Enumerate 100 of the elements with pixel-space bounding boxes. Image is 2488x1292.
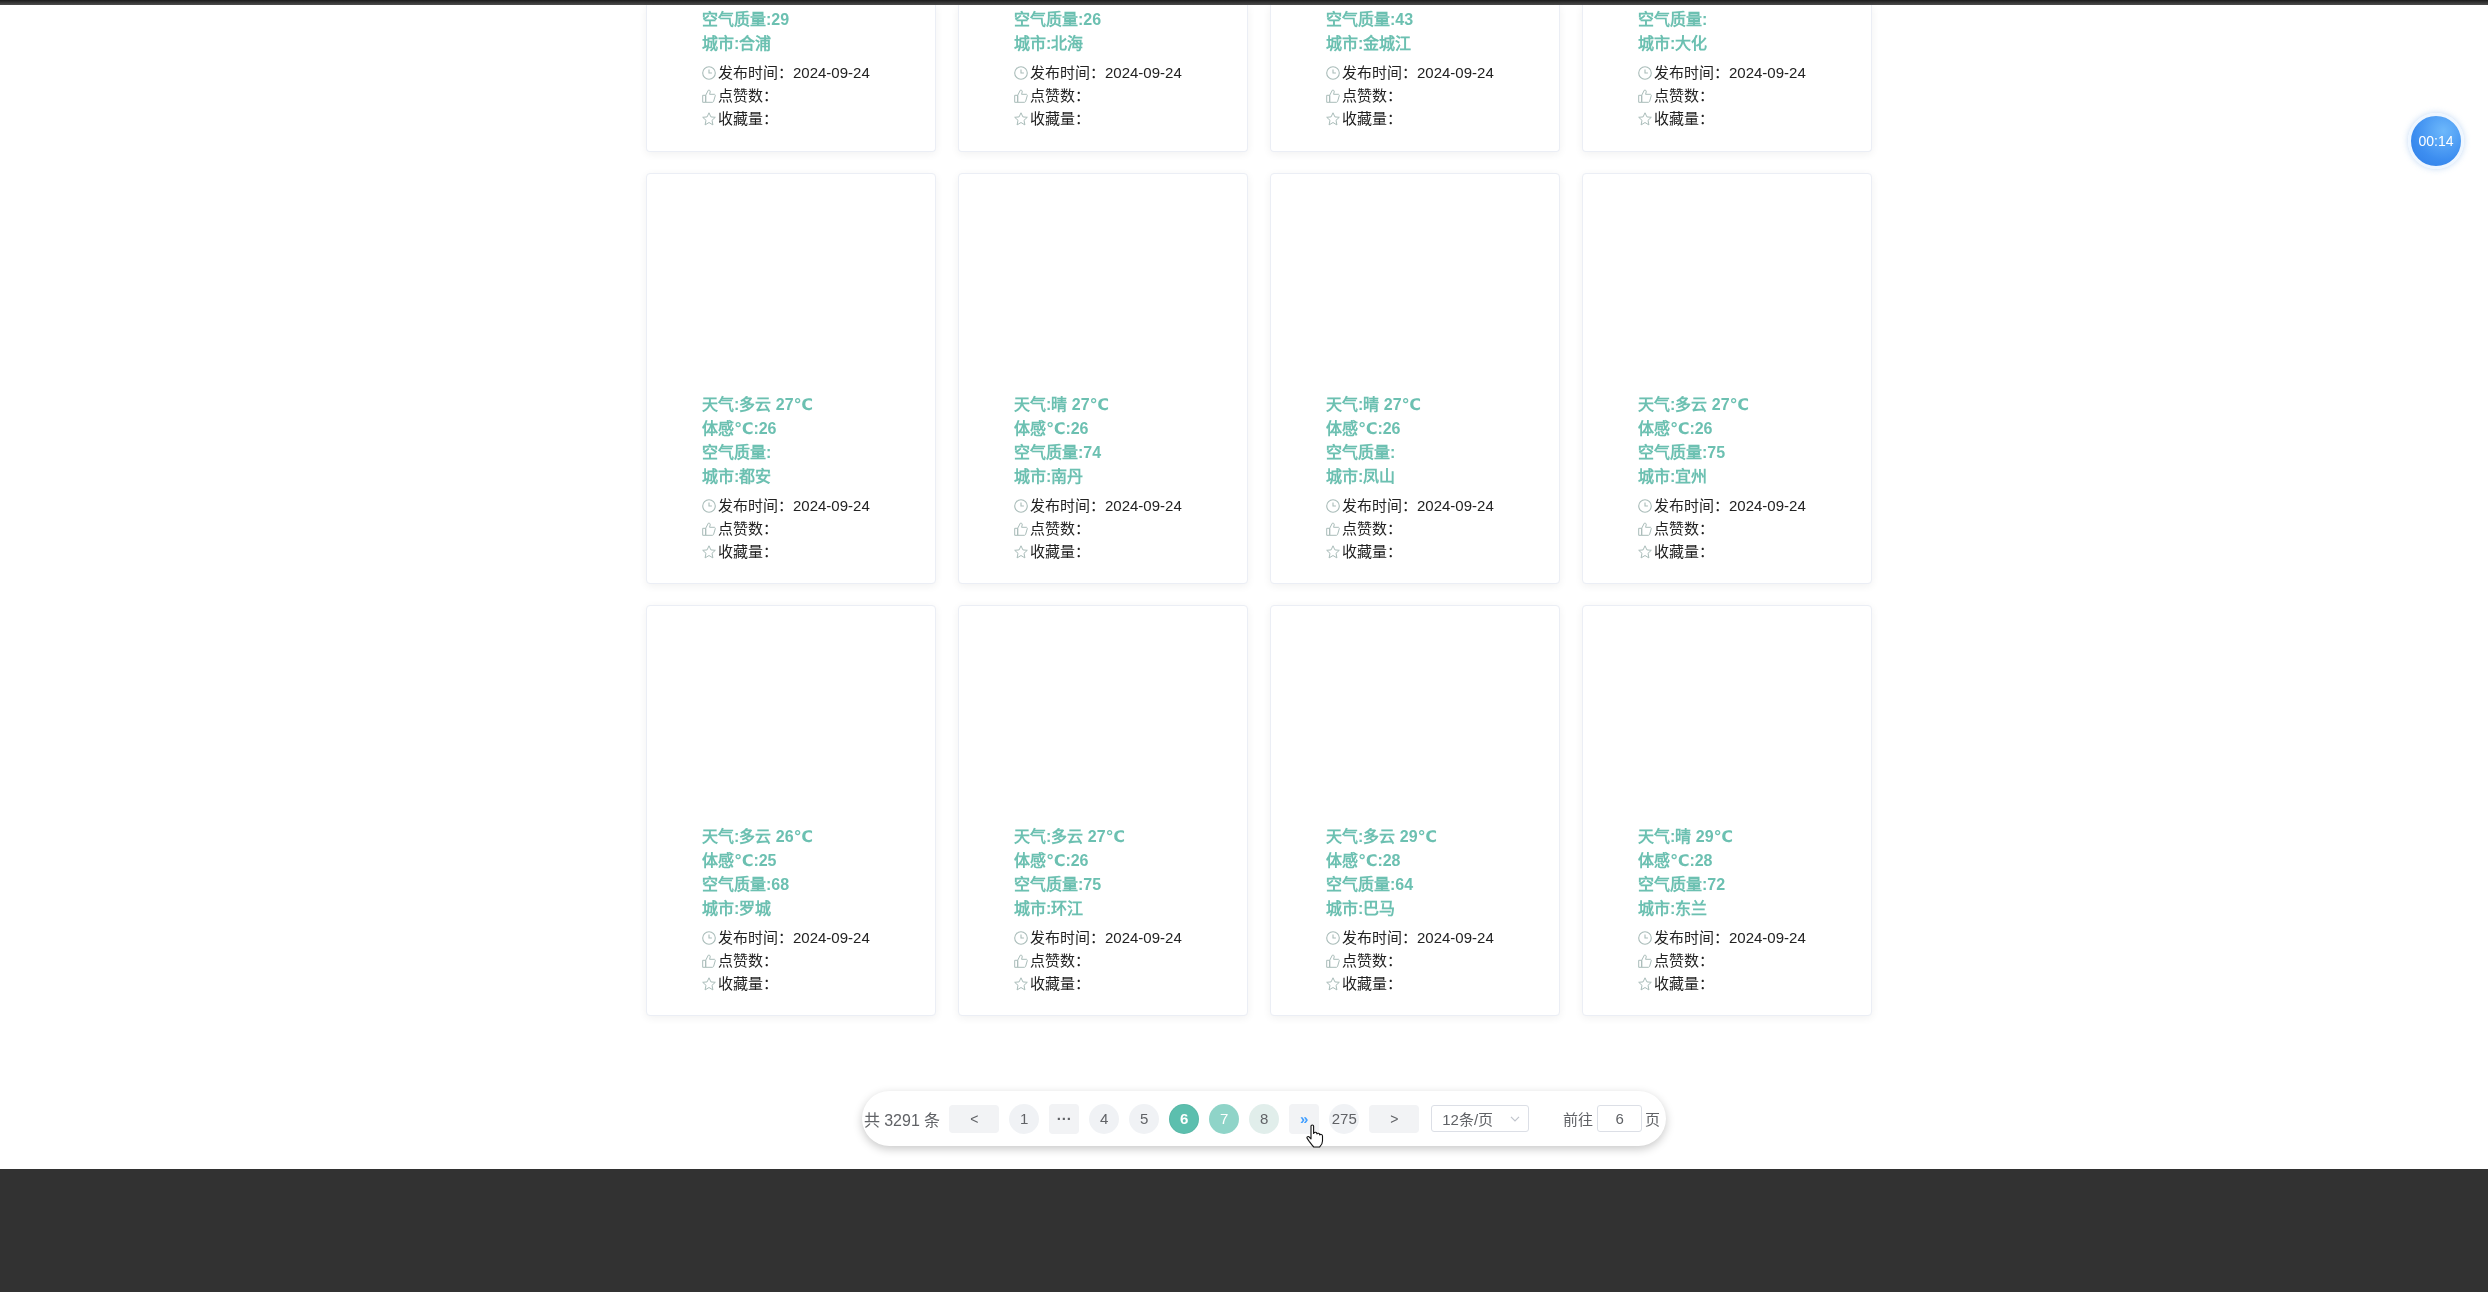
favorites-label: 收藏量： — [1342, 542, 1402, 562]
feels-like-text: 体感℃:28 — [1638, 851, 1713, 871]
likes-label: 点赞数： — [1654, 86, 1714, 106]
air-quality-text: 空气质量:43 — [1326, 9, 1414, 30]
weather-text: 天气:晴 27℃ — [1326, 395, 1421, 415]
page-button[interactable]: 5 — [1129, 1103, 1160, 1134]
clock-icon — [702, 65, 716, 80]
publish-date-text: 发布时间：2024-09-24 — [718, 63, 870, 83]
air-quality-text: 空气质量:75 — [1014, 874, 1102, 895]
feels-like-text: 体感℃:26 — [1014, 419, 1089, 439]
city-text: 城市:北海 — [1014, 34, 1084, 54]
air-quality-text: 空气质量:68 — [702, 874, 790, 895]
likes-label: 点赞数： — [1342, 86, 1402, 106]
thumbs-up-icon — [1014, 953, 1028, 968]
publish-date-text: 发布时间：2024-09-24 — [1030, 928, 1182, 948]
goto-page-input[interactable]: 6 — [1597, 1105, 1643, 1132]
star-icon — [1638, 976, 1652, 991]
star-icon — [702, 111, 716, 126]
star-icon — [1014, 544, 1028, 559]
likes-label: 点赞数： — [1342, 519, 1402, 539]
publish-date-text: 发布时间：2024-09-24 — [1654, 928, 1806, 948]
favorites-label: 收藏量： — [718, 542, 778, 562]
city-text: 城市:宜州 — [1638, 467, 1708, 487]
weather-text: 天气:多云 27℃ — [702, 395, 813, 415]
page-size-select[interactable]: 12条/页 — [1431, 1105, 1530, 1132]
favorites-label: 收藏量： — [1030, 109, 1090, 129]
favorites-label: 收藏量： — [1030, 542, 1090, 562]
clock-icon — [1014, 65, 1028, 80]
page-button[interactable]: 1 — [1009, 1103, 1040, 1134]
publish-date-text: 发布时间：2024-09-24 — [1030, 496, 1182, 516]
feels-like-text: 体感℃:26 — [702, 419, 777, 439]
goto-label: 前往 — [1563, 1110, 1594, 1129]
page-button[interactable]: 4 — [1089, 1103, 1120, 1134]
clock-icon — [1014, 930, 1028, 945]
page-button[interactable]: 275 — [1329, 1103, 1360, 1134]
feels-like-text: 体感℃:26 — [1014, 851, 1089, 871]
feels-like-text: 体感℃:26 — [1326, 419, 1401, 439]
thumbs-up-icon — [1326, 953, 1340, 968]
weather-text: 天气:晴 29℃ — [1638, 827, 1733, 847]
air-quality-text: 空气质量:72 — [1638, 874, 1726, 895]
city-text: 城市:环江 — [1014, 899, 1084, 919]
publish-date-text: 发布时间：2024-09-24 — [1030, 63, 1182, 83]
likes-label: 点赞数： — [1030, 951, 1090, 971]
chevron-down-icon — [1510, 1115, 1521, 1122]
clock-icon — [702, 930, 716, 945]
thumbs-up-icon — [1326, 521, 1340, 536]
favorites-label: 收藏量： — [1030, 974, 1090, 994]
clock-icon — [1638, 498, 1652, 513]
favorites-label: 收藏量： — [1342, 109, 1402, 129]
favorites-label: 收藏量： — [1654, 109, 1714, 129]
star-icon — [1326, 544, 1340, 559]
likes-label: 点赞数： — [718, 951, 778, 971]
air-quality-text: 空气质量:74 — [1014, 442, 1102, 463]
weather-text: 天气:晴 27℃ — [1014, 395, 1109, 415]
clock-icon — [1326, 498, 1340, 513]
favorites-label: 收藏量： — [1654, 974, 1714, 994]
next-page-button[interactable]: > — [1369, 1104, 1420, 1133]
air-quality-text: 空气质量: — [1326, 442, 1396, 463]
total-count: 共 3291 条 — [863, 1110, 941, 1131]
feels-like-text: 体感℃:26 — [1638, 419, 1713, 439]
thumbs-up-icon — [1638, 521, 1652, 536]
star-icon — [1014, 111, 1028, 126]
star-icon — [702, 544, 716, 559]
weather-text: 天气:多云 29℃ — [1326, 827, 1437, 847]
publish-date-text: 发布时间：2024-09-24 — [718, 928, 870, 948]
likes-label: 点赞数： — [1342, 951, 1402, 971]
city-text: 城市:金城江 — [1326, 34, 1412, 54]
weather-text: 天气:多云 27℃ — [1638, 395, 1749, 415]
likes-label: 点赞数： — [1030, 86, 1090, 106]
timer-badge: 00:14 — [2408, 113, 2464, 169]
thumbs-up-icon — [1638, 953, 1652, 968]
city-text: 城市:都安 — [702, 467, 772, 487]
likes-label: 点赞数： — [718, 86, 778, 106]
thumbs-up-icon — [1638, 88, 1652, 103]
clock-icon — [1638, 65, 1652, 80]
favorites-label: 收藏量： — [1342, 974, 1402, 994]
clock-icon — [702, 498, 716, 513]
star-icon — [702, 976, 716, 991]
star-icon — [1638, 544, 1652, 559]
page-button[interactable]: 8 — [1249, 1103, 1280, 1134]
star-icon — [1638, 111, 1652, 126]
favorites-label: 收藏量： — [1654, 542, 1714, 562]
air-quality-text: 空气质量:26 — [1014, 9, 1102, 30]
likes-label: 点赞数： — [1030, 519, 1090, 539]
clock-icon — [1326, 930, 1340, 945]
thumbs-up-icon — [702, 88, 716, 103]
previous-page-button[interactable]: < — [949, 1104, 1000, 1133]
publish-date-text: 发布时间：2024-09-24 — [718, 496, 870, 516]
publish-date-text: 发布时间：2024-09-24 — [1342, 496, 1494, 516]
feels-like-text: 体感℃:28 — [1326, 851, 1401, 871]
more-pages-button[interactable]: ··· — [1049, 1103, 1080, 1134]
star-icon — [1014, 976, 1028, 991]
publish-date-text: 发布时间：2024-09-24 — [1654, 496, 1806, 516]
thumbs-up-icon — [702, 953, 716, 968]
thumbs-up-icon — [1014, 88, 1028, 103]
favorites-label: 收藏量： — [718, 974, 778, 994]
clock-icon — [1014, 498, 1028, 513]
feels-like-text: 体感℃:25 — [702, 851, 777, 871]
thumbs-up-icon — [1326, 88, 1340, 103]
publish-date-text: 发布时间：2024-09-24 — [1342, 928, 1494, 948]
